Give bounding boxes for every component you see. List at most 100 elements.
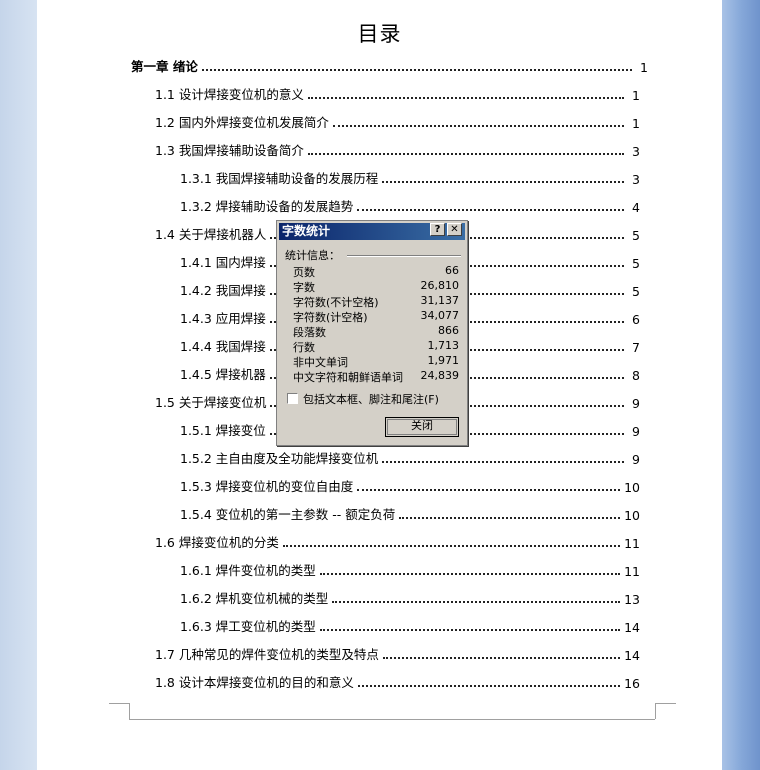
- stat-label: 段落数: [293, 326, 326, 339]
- stat-value: 31,137: [420, 294, 460, 307]
- toc-entry-text: 1.6.3 焊工变位机的类型: [180, 619, 316, 634]
- toc-entry-text: 1.6.1 焊件变位机的类型: [180, 563, 316, 578]
- stat-row: 行数 1,713: [293, 339, 459, 354]
- toc-entry-page: 7: [632, 340, 640, 355]
- toc-entry[interactable]: 1.6.3 焊工变位机的类型 14: [180, 617, 640, 635]
- stat-label: 页数: [293, 266, 315, 279]
- toc-entry-page: 5: [632, 284, 640, 299]
- toc-leader-dots: [382, 461, 624, 463]
- toc-entry-text: 1.4.1 国内焊接: [180, 255, 266, 270]
- stat-value: 66: [445, 264, 459, 277]
- toc-entry-text: 1.7 几种常见的焊件变位机的类型及特点: [155, 647, 379, 662]
- toc-entry-text: 1.3.1 我国焊接辅助设备的发展历程: [180, 171, 379, 186]
- toc-entry[interactable]: 1.3.2 焊接辅助设备的发展趋势 4: [180, 197, 640, 215]
- toc-entry-page: 1: [640, 60, 648, 75]
- toc-entry-text: 1.3 我国焊接辅助设备简介: [155, 143, 304, 158]
- toc-entry-page: 9: [632, 424, 640, 439]
- toc-leader-dots: [357, 489, 621, 491]
- close-button[interactable]: 关闭: [385, 417, 459, 437]
- help-button[interactable]: ?: [430, 223, 445, 236]
- toc-entry-text: 1.4.5 焊接机器: [180, 367, 266, 382]
- stat-row: 字数 26,810: [293, 279, 459, 294]
- stat-value: 866: [438, 324, 459, 337]
- page-bottom-boundary: [129, 719, 655, 720]
- vertical-scrollbar[interactable]: [722, 0, 760, 770]
- word-count-dialog: 字数统计 ? ✕ 统计信息： 页数 66 字数 26,810 字符数(不计空格) 31,1…: [276, 220, 468, 446]
- toc-entry-text: 1.8 设计本焊接变位机的目的和意义: [155, 675, 354, 690]
- toc-leader-dots: [307, 97, 624, 99]
- stat-value: 34,077: [420, 309, 460, 322]
- stat-label: 非中文单词: [293, 356, 348, 369]
- toc-leader-dots: [332, 601, 621, 603]
- toc-entry-page: 10: [624, 480, 640, 495]
- stat-row: 非中文单词 1,971: [293, 354, 459, 369]
- toc-entry-page: 5: [632, 256, 640, 271]
- include-textbox-footnote-label[interactable]: 包括文本框、脚注和尾注(F): [303, 391, 439, 407]
- toc-leader-dots: [319, 573, 621, 575]
- toc-entry-text: 1.4.3 应用焊接: [180, 311, 266, 326]
- toc-leader-dots: [282, 545, 621, 547]
- toc-entry-page: 4: [632, 200, 640, 215]
- close-icon: ✕: [450, 224, 459, 235]
- toc-entry-text: 1.4.2 我国焊接: [180, 283, 266, 298]
- toc-entry-page: 13: [624, 592, 640, 607]
- toc-leader-dots: [307, 153, 624, 155]
- toc-entry[interactable]: 1.7 几种常见的焊件变位机的类型及特点 14: [155, 645, 640, 663]
- help-icon: ?: [434, 224, 441, 235]
- toc-entry[interactable]: 1.6.2 焊机变位机械的类型 13: [180, 589, 640, 607]
- stat-value: 1,971: [427, 354, 460, 367]
- toc-entry-text: 第一章 绪论: [131, 59, 198, 74]
- toc-entry[interactable]: 1.5.3 焊接变位机的变位自由度 10: [180, 477, 640, 495]
- toc-entry-page: 14: [624, 620, 640, 635]
- toc-entry[interactable]: 1.3 我国焊接辅助设备简介 3: [155, 141, 640, 159]
- toc-entry-page: 9: [632, 452, 640, 467]
- toc-entry-text: 1.3.2 焊接辅助设备的发展趋势: [180, 199, 354, 214]
- workspace-left-margin: [0, 0, 37, 770]
- toc-entry-text: 1.4.4 我国焊接: [180, 339, 266, 354]
- toc-entry[interactable]: 1.6.1 焊件变位机的类型 11: [180, 561, 640, 579]
- page-corner-mark-left: [109, 703, 130, 719]
- stat-row: 页数 66: [293, 264, 459, 279]
- toc-entry-page: 9: [632, 396, 640, 411]
- toc-entry[interactable]: 1.5.4 变位机的第一主参数 -- 额定负荷 10: [180, 505, 640, 523]
- toc-entry-text: 1.5.2 主自由度及全功能焊接变位机: [180, 451, 379, 466]
- toc-entry-text: 1.5 关于焊接变位机: [155, 395, 267, 410]
- toc-entry[interactable]: 1.2 国内外焊接变位机发展简介 1: [155, 113, 640, 131]
- toc-leader-dots: [201, 69, 632, 71]
- stat-row: 字符数(不计空格) 31,137: [293, 294, 459, 309]
- toc-leader-dots: [382, 657, 621, 659]
- stat-value: 1,713: [427, 339, 460, 352]
- toc-entry-page: 1: [632, 88, 640, 103]
- toc-entry-page: 3: [632, 144, 640, 159]
- toc-entry[interactable]: 1.5.2 主自由度及全功能焊接变位机 9: [180, 449, 640, 467]
- toc-entry-page: 5: [632, 228, 640, 243]
- stat-row: 中文字符和朝鲜语单词 24,839: [293, 369, 459, 384]
- toc-leader-dots: [382, 181, 624, 183]
- group-divider: [347, 255, 461, 257]
- dialog-title: 字数统计: [282, 224, 331, 238]
- stat-label: 字符数(计空格): [293, 311, 368, 324]
- toc-entry[interactable]: 1.3.1 我国焊接辅助设备的发展历程 3: [180, 169, 640, 187]
- stat-value: 24,839: [420, 369, 460, 382]
- stat-label: 中文字符和朝鲜语单词: [293, 371, 403, 384]
- stat-row: 段落数 866: [293, 324, 459, 339]
- stats-group-label: 统计信息：: [285, 249, 340, 262]
- toc-entry[interactable]: 1.1 设计焊接变位机的意义 1: [155, 85, 640, 103]
- include-textbox-footnote-checkbox[interactable]: [287, 393, 298, 404]
- toc-entry-page: 11: [624, 564, 640, 579]
- toc-entry[interactable]: 第一章 绪论 1: [131, 57, 648, 75]
- toc-entry-text: 1.1 设计焊接变位机的意义: [155, 87, 304, 102]
- toc-entry-page: 14: [624, 648, 640, 663]
- page-corner-mark-right: [655, 703, 676, 719]
- toc-leader-dots: [399, 517, 621, 519]
- toc-leader-dots: [332, 125, 624, 127]
- stat-label: 字符数(不计空格): [293, 296, 379, 309]
- toc-leader-dots: [357, 209, 624, 211]
- stat-label: 字数: [293, 281, 315, 294]
- toc-entry[interactable]: 1.8 设计本焊接变位机的目的和意义 16: [155, 673, 640, 691]
- stat-row: 字符数(计空格) 34,077: [293, 309, 459, 324]
- toc-entry-page: 11: [624, 536, 640, 551]
- toc-entry[interactable]: 1.6 焊接变位机的分类 11: [155, 533, 640, 551]
- dialog-close-x-button[interactable]: ✕: [447, 223, 462, 236]
- toc-entry-page: 8: [632, 368, 640, 383]
